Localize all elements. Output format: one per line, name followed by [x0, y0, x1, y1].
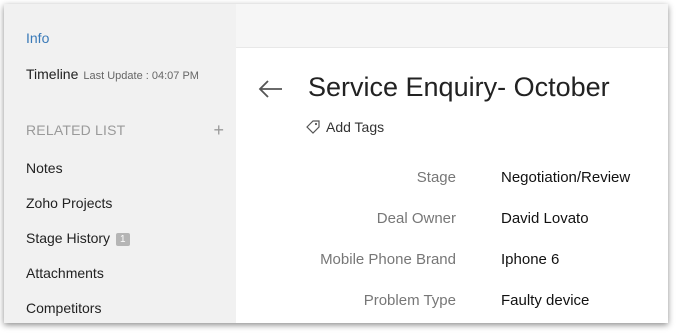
field-value-mobile-phone-brand[interactable]: Iphone 6: [501, 251, 559, 268]
back-arrow-icon[interactable]: [258, 80, 284, 98]
stage-history-label: Stage History: [26, 230, 111, 246]
top-bar: [236, 4, 668, 48]
sidebar-item-zoho-projects[interactable]: Zoho Projects: [26, 195, 112, 211]
tag-icon: [306, 120, 320, 134]
sidebar-item-info[interactable]: Info: [26, 30, 49, 46]
sidebar-item-timeline[interactable]: Timeline Last Update : 04:07 PM: [26, 66, 199, 82]
sidebar-item-notes[interactable]: Notes: [26, 160, 63, 176]
timeline-last-update: Last Update : 04:07 PM: [83, 70, 199, 82]
related-list-header: RELATED LIST +: [26, 121, 224, 139]
field-value-stage[interactable]: Negotiation/Review: [501, 169, 630, 186]
record-title: Service Enquiry- October: [308, 72, 610, 102]
record-window: Info Timeline Last Update : 04:07 PM RELA…: [4, 4, 668, 323]
field-label-deal-owner: Deal Owner: [376, 210, 456, 227]
timeline-label: Timeline: [26, 66, 79, 82]
sidebar-item-attachments[interactable]: Attachments: [26, 265, 104, 281]
field-label-mobile-phone-brand: Mobile Phone Brand: [320, 251, 456, 268]
related-list-label: RELATED LIST: [26, 122, 126, 138]
field-value-deal-owner[interactable]: David Lovato: [501, 210, 589, 227]
record-detail: Service Enquiry- October Add Tags Stage …: [236, 48, 668, 323]
add-tags-button[interactable]: Add Tags: [306, 119, 384, 135]
sidebar-item-competitors[interactable]: Competitors: [26, 300, 101, 316]
add-tags-label: Add Tags: [326, 119, 385, 135]
stage-history-count-badge: 1: [116, 233, 130, 246]
add-related-list-plus-icon[interactable]: +: [213, 121, 224, 139]
sidebar: Info Timeline Last Update : 04:07 PM RELA…: [4, 4, 236, 323]
field-label-problem-type: Problem Type: [363, 292, 456, 309]
sidebar-item-stage-history[interactable]: Stage History 1: [26, 230, 130, 246]
field-value-problem-type[interactable]: Faulty device: [501, 292, 589, 309]
field-label-stage: Stage: [416, 169, 456, 186]
